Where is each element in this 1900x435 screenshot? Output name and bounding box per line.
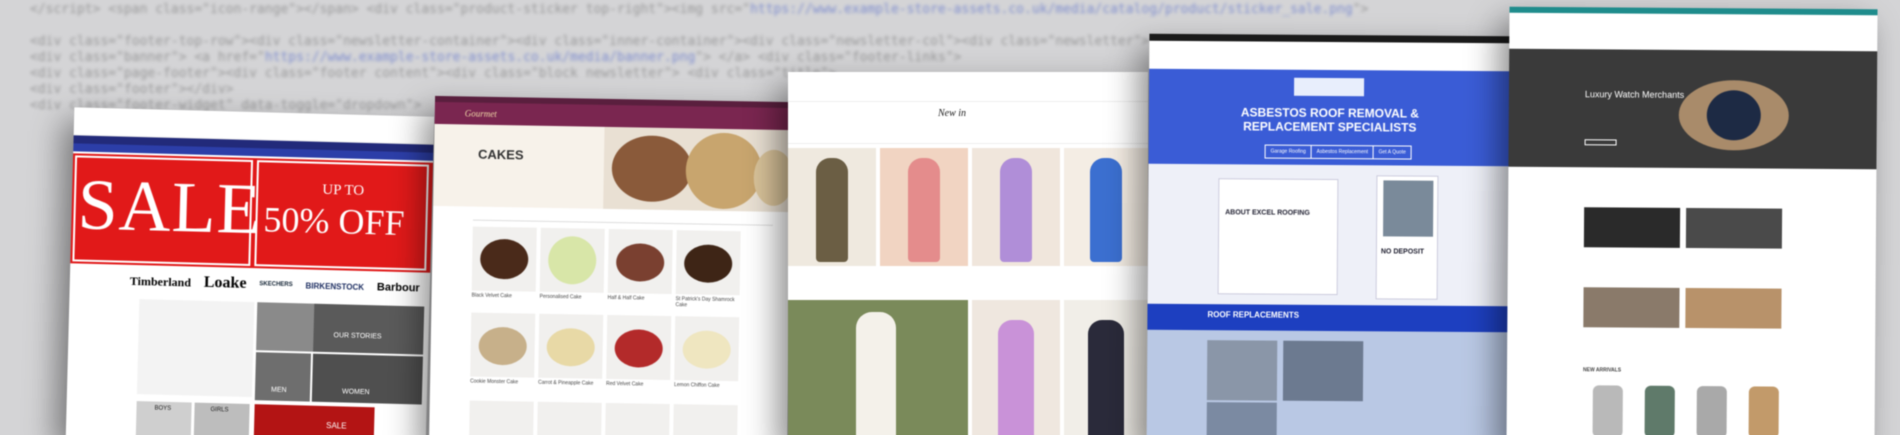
brand-logo[interactable]: BIRKENSTOCK xyxy=(305,281,364,292)
accreditation-badges xyxy=(1294,77,1365,97)
hero-title: Luxury Watch Merchants xyxy=(1584,89,1685,100)
product-card[interactable] xyxy=(972,148,1060,266)
product-card[interactable] xyxy=(539,227,605,293)
product-card[interactable] xyxy=(471,226,537,292)
tile-label: BOYS xyxy=(154,405,172,412)
hero-image xyxy=(603,126,794,213)
product-card[interactable] xyxy=(1064,148,1148,266)
brand-logo[interactable]: SKECHERS xyxy=(259,281,292,288)
product-name[interactable]: Red Velvet Cake xyxy=(606,381,670,388)
shop-now-button[interactable] xyxy=(1584,139,1617,146)
screenshot-fashion-store: New in xyxy=(788,72,1148,435)
category-card[interactable] xyxy=(1685,207,1783,249)
upto-text: UP TO xyxy=(322,181,365,199)
category-card[interactable] xyxy=(1583,207,1681,248)
asbestos-replacement-button[interactable]: Asbestos Replacement xyxy=(1310,144,1375,160)
get-quote-button[interactable]: Get A Quote xyxy=(1372,145,1412,160)
sale-tile[interactable]: SALE xyxy=(253,404,375,435)
no-deposit-title: NO DEPOSIT xyxy=(1380,248,1425,256)
category-card[interactable] xyxy=(1685,287,1782,329)
tile-label: MEN xyxy=(270,386,287,394)
product-card[interactable] xyxy=(788,300,968,435)
sale-banner: SALE UP TO 50% OFF xyxy=(70,153,434,273)
brand-logo[interactable]: Timberland xyxy=(130,273,191,290)
product-card[interactable] xyxy=(536,401,602,435)
product-name[interactable]: Personalised Cake xyxy=(540,294,604,301)
watch-dial xyxy=(1706,90,1761,141)
product-card[interactable] xyxy=(672,404,738,435)
tile-label: GIRLS xyxy=(210,407,229,414)
product-card[interactable] xyxy=(470,312,536,378)
product-card[interactable] xyxy=(788,148,876,266)
product-name[interactable]: Half & Half Cake xyxy=(608,295,672,302)
brand-logo[interactable]: Loake xyxy=(204,274,247,293)
site-logo[interactable]: Gourmet xyxy=(465,108,497,119)
sort-bar xyxy=(472,214,773,226)
product-name[interactable]: Cookie Monster Cake xyxy=(470,379,534,386)
product-card[interactable] xyxy=(1064,300,1148,435)
tile-label: SALE xyxy=(326,421,347,431)
category-intro: CAKES xyxy=(433,123,605,209)
usp-row xyxy=(1508,166,1877,210)
category-tile-men[interactable]: MEN xyxy=(254,352,312,402)
screenshot-cake-shop: Gourmet CAKES Black Velvet Cake Personal… xyxy=(428,95,794,435)
sale-word: SALE xyxy=(76,164,263,250)
site-header xyxy=(788,72,1148,102)
tile-label: WOMEN xyxy=(341,388,370,397)
category-tile-boys[interactable]: BOYS xyxy=(135,401,192,435)
watch-product[interactable] xyxy=(1592,385,1623,435)
product-card[interactable] xyxy=(607,228,673,295)
product-card[interactable] xyxy=(468,400,534,435)
garage-roofing-button[interactable]: Garage Roofing xyxy=(1264,144,1312,159)
about-section: ABOUT EXCEL ROOFING NO DEPOSIT xyxy=(1147,163,1511,307)
product-name[interactable]: Black Velvet Cake xyxy=(472,293,536,300)
section-label: NEW ARRIVALS xyxy=(1582,367,1622,374)
no-deposit-card: NO DEPOSIT xyxy=(1375,175,1439,300)
watch-product[interactable] xyxy=(1748,386,1779,435)
page-title: New in xyxy=(938,108,967,119)
site-header xyxy=(1509,12,1878,52)
product-card[interactable] xyxy=(606,314,672,381)
site-header xyxy=(1149,40,1512,72)
product-name[interactable]: Carrot & Pineapple Cake xyxy=(538,380,602,387)
category-card[interactable] xyxy=(1583,287,1680,328)
product-card[interactable] xyxy=(538,313,604,379)
watch-product[interactable] xyxy=(1696,386,1727,435)
discount-text: 50% OFF xyxy=(262,199,406,244)
page-title: CAKES xyxy=(477,146,524,163)
brand-logo[interactable]: Barbour xyxy=(377,281,420,294)
tile-label: OUR STORIES xyxy=(333,332,382,341)
about-card: ABOUT EXCEL ROOFING xyxy=(1217,178,1339,296)
category-tile-women[interactable]: WOMEN xyxy=(311,353,423,405)
product-card[interactable] xyxy=(604,402,670,435)
gallery xyxy=(1146,329,1510,435)
hero-banner: Luxury Watch Merchants xyxy=(1508,48,1878,170)
band-title: ROOF REPLACEMENTS xyxy=(1207,310,1300,320)
screenshot-roofing-company: ASBESTOS ROOF REMOVAL & REPLACEMENT SPEC… xyxy=(1146,33,1512,435)
product-card[interactable] xyxy=(675,230,741,296)
brand-row: Timberland Loake SKECHERS BIRKENSTOCK Ba… xyxy=(130,272,420,298)
hero-banner: ASBESTOS ROOF REMOVAL & REPLACEMENT SPEC… xyxy=(1148,68,1512,167)
filter-bar xyxy=(788,136,1148,144)
product-name[interactable]: Lemon Chiffon Cake xyxy=(674,382,738,389)
size-guide-panel xyxy=(136,299,255,398)
category-tile-girls[interactable]: GIRLS xyxy=(193,402,250,435)
about-title: ABOUT EXCEL ROOFING xyxy=(1225,209,1310,217)
product-card[interactable] xyxy=(880,148,968,266)
product-name[interactable]: St Patrick's Day Shamrock Cake xyxy=(675,296,739,309)
product-info-row xyxy=(788,268,1148,294)
product-card[interactable] xyxy=(674,316,740,382)
roof-photo xyxy=(1383,180,1434,237)
promo-tile[interactable]: OUR STORIES xyxy=(313,303,425,355)
product-card[interactable] xyxy=(972,300,1060,435)
watch-product[interactable] xyxy=(1644,385,1675,435)
hero-title-line-2: REPLACEMENT SPECIALISTS xyxy=(1243,119,1417,135)
screenshot-footwear-store: SALE UP TO 50% OFF Timberland Loake SKEC… xyxy=(65,107,435,435)
screenshot-watch-store: Luxury Watch Merchants NEW ARRIVALS xyxy=(1506,6,1878,435)
roof-replacements-band: ROOF REPLACEMENTS xyxy=(1147,303,1510,333)
